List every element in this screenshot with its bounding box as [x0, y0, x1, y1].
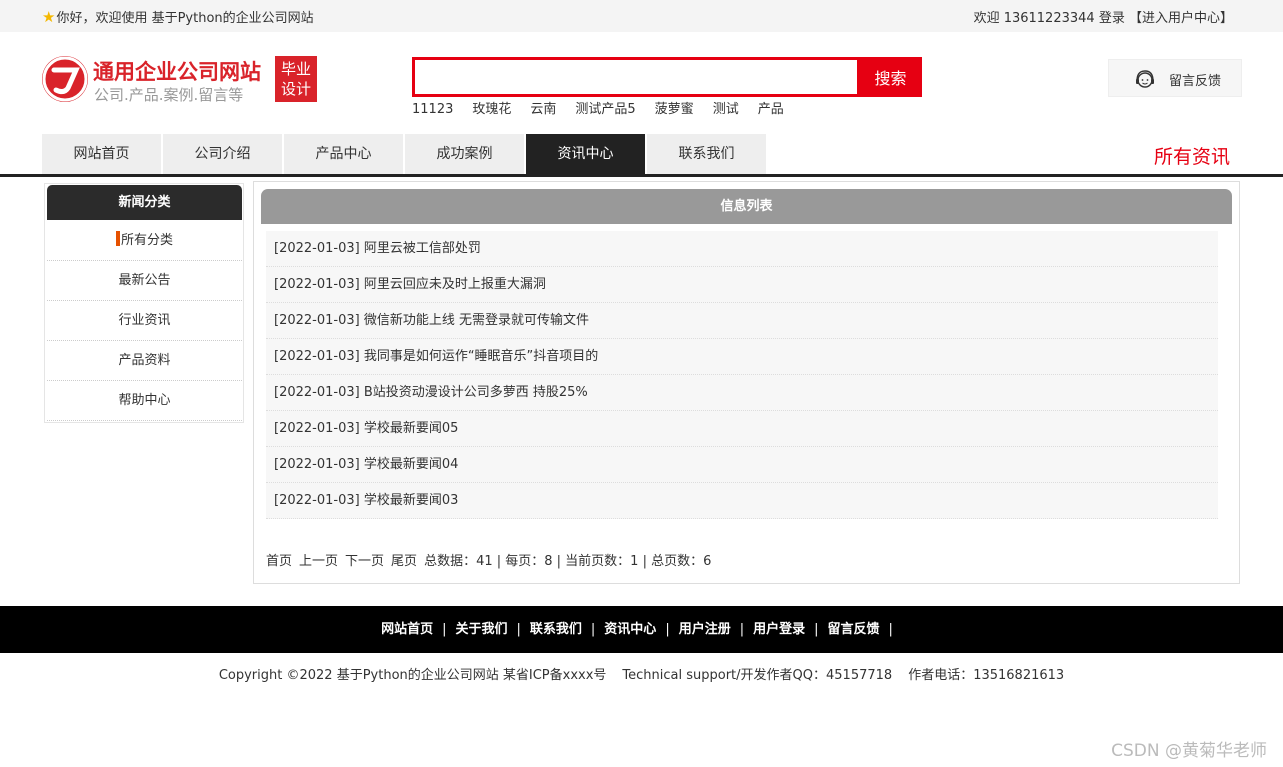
pager-first-link[interactable]: 首页 [266, 554, 292, 569]
user-center-link[interactable]: 【进入用户中心】 [1129, 11, 1233, 26]
nav-tab-about[interactable]: 公司介绍 [163, 134, 282, 174]
copyright-text: Copyright ©2022 基于Python的企业公司网站 某省ICP备xx… [218, 668, 607, 683]
site-name: 通用企业公司网站 [93, 60, 261, 84]
footer-link-register[interactable]: 用户注册 [679, 622, 731, 637]
sidebar-item-product-docs[interactable]: 产品资料 [47, 341, 242, 381]
sidebar-item-industry[interactable]: 行业资讯 [47, 301, 242, 341]
login-link[interactable]: 登录 [1099, 11, 1125, 26]
customer-service-icon [1136, 70, 1154, 88]
phone-text: 作者电话：13516821613 [908, 668, 1065, 683]
support-text: Technical support/开发作者QQ：45157718 [622, 668, 893, 683]
feedback-button[interactable]: 留言反馈 [1108, 59, 1242, 97]
site-subtitle: 公司.产品.案例.留言等 [94, 86, 244, 104]
feedback-label: 留言反馈 [1169, 74, 1222, 89]
list-item[interactable]: [2022-01-03] 我同事是如何运作“睡眠音乐”抖音项目的 [266, 339, 1218, 375]
pager-next-link[interactable]: 下一页 [345, 554, 384, 569]
hot-keyword[interactable]: 测试 [713, 102, 739, 117]
graduation-badge: 毕业 设计 [275, 56, 317, 102]
pager-last-link[interactable]: 尾页 [391, 554, 417, 569]
star-icon: ★ [42, 7, 56, 26]
nav-tab-home[interactable]: 网站首页 [42, 134, 161, 174]
category-sidebar: 新闻分类 所有分类 最新公告 行业资讯 产品资料 帮助中心 [44, 183, 244, 423]
user-links: 欢迎 13611223344 登录 【进入用户中心】 [974, 7, 1233, 26]
nav-tab-news[interactable]: 资讯中心 [526, 134, 645, 174]
search-bar: 搜索 [412, 57, 922, 97]
footer-link-contact[interactable]: 联系我们 [530, 622, 582, 637]
page-title: 所有资讯 [1153, 146, 1230, 168]
footer-link-home[interactable]: 网站首页 [381, 622, 433, 637]
nav-tab-products[interactable]: 产品中心 [284, 134, 403, 174]
footer-link-feedback[interactable]: 留言反馈 [828, 622, 880, 637]
nav-tab-cases[interactable]: 成功案例 [405, 134, 524, 174]
hot-keywords: 11123 玫瑰花 云南 测试产品5 菠萝蜜 测试 产品 [412, 98, 803, 117]
search-input[interactable] [412, 57, 860, 97]
greeting-text: 你好，欢迎使用 基于Python的企业公司网站 [56, 11, 314, 26]
list-item[interactable]: [2022-01-03] B站投资动漫设计公司多萝西 持股25% [266, 375, 1218, 411]
footer-link-login[interactable]: 用户登录 [753, 622, 805, 637]
watermark: CSDN @黄菊华老师 [1111, 741, 1267, 761]
welcome-text: 欢迎 13611223344 [973, 11, 1095, 26]
sidebar-item-help[interactable]: 帮助中心 [47, 381, 242, 421]
hot-keyword[interactable]: 11123 [412, 102, 453, 117]
list-item[interactable]: [2022-01-03] 阿里云回应未及时上报重大漏洞 [266, 267, 1218, 303]
list-title: 信息列表 [261, 189, 1232, 224]
footer-link-about[interactable]: 关于我们 [455, 622, 507, 637]
list-item[interactable]: [2022-01-03] 学校最新要闻04 [266, 447, 1218, 483]
header: 通用企业公司网站 公司.产品.案例.留言等 毕业 设计 搜索 11123 玫瑰花 云… [0, 32, 1283, 132]
news-list-panel: 信息列表 [2022-01-03] 阿里云被工信部处罚 [2022-01-03]… [253, 181, 1240, 584]
logo-mark-icon [42, 56, 88, 102]
pager-prev-link[interactable]: 上一页 [299, 554, 338, 569]
footer-nav: 网站首页 | 关于我们 | 联系我们 | 资讯中心 | 用户注册 | 用户登录 | 留言反馈 | [0, 606, 1283, 653]
pager-summary: 总数据：41 | 每页：8 | 当前页数：1 | 总页数：6 [424, 554, 712, 569]
main-nav: 网站首页 公司介绍 产品中心 成功案例 资讯中心 联系我们 所有资讯 [0, 134, 1283, 177]
sidebar-item-all[interactable]: 所有分类 [47, 221, 242, 261]
hot-keyword[interactable]: 云南 [530, 102, 556, 117]
badge-line-1: 毕业 [280, 60, 311, 78]
list-item[interactable]: [2022-01-03] 微信新功能上线 无需登录就可传输文件 [266, 303, 1218, 339]
site-logo[interactable]: 通用企业公司网站 公司.产品.案例.留言等 毕业 设计 [42, 56, 322, 112]
list-item[interactable]: [2022-01-03] 阿里云被工信部处罚 [266, 231, 1218, 267]
footer-link-news[interactable]: 资讯中心 [604, 622, 656, 637]
hot-keyword[interactable]: 菠萝蜜 [655, 102, 694, 117]
sidebar-title: 新闻分类 [47, 185, 242, 220]
top-bar: ★ 你好，欢迎使用 基于Python的企业公司网站 欢迎 13611223344… [0, 0, 1283, 32]
list-item[interactable]: [2022-01-03] 学校最新要闻03 [266, 483, 1218, 519]
hot-keyword[interactable]: 产品 [758, 102, 784, 117]
greeting: ★ 你好，欢迎使用 基于Python的企业公司网站 [42, 7, 314, 27]
list-item[interactable]: [2022-01-03] 学校最新要闻05 [266, 411, 1218, 447]
nav-tab-contact[interactable]: 联系我们 [647, 134, 766, 174]
sidebar-item-announcements[interactable]: 最新公告 [47, 261, 242, 301]
badge-line-2: 设计 [280, 80, 311, 98]
hot-keyword[interactable]: 玫瑰花 [472, 102, 511, 117]
search-button[interactable]: 搜索 [859, 57, 922, 97]
copyright: Copyright ©2022 基于Python的企业公司网站 某省ICP备xx… [0, 664, 1283, 683]
pagination: 首页 上一页 下一页 尾页 总数据：41 | 每页：8 | 当前页数：1 | 总页数：6 [266, 550, 711, 569]
hot-keyword[interactable]: 测试产品5 [575, 102, 635, 117]
